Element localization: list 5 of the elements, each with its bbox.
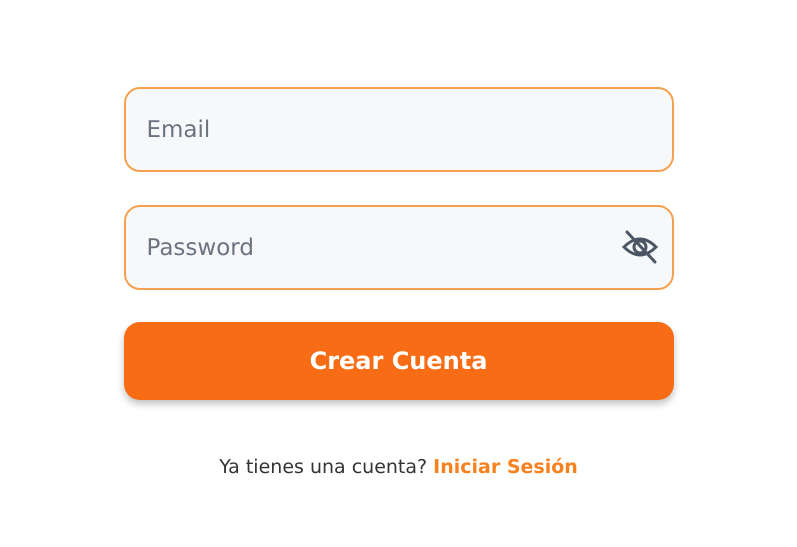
password-field[interactable]: Password xyxy=(124,205,674,290)
email-field[interactable]: Email xyxy=(124,87,674,172)
footer-text: Ya tienes una cuenta? xyxy=(219,456,428,478)
sign-in-link[interactable]: Iniciar Sesión xyxy=(433,456,578,478)
create-account-button[interactable]: Crear Cuenta xyxy=(124,322,674,400)
